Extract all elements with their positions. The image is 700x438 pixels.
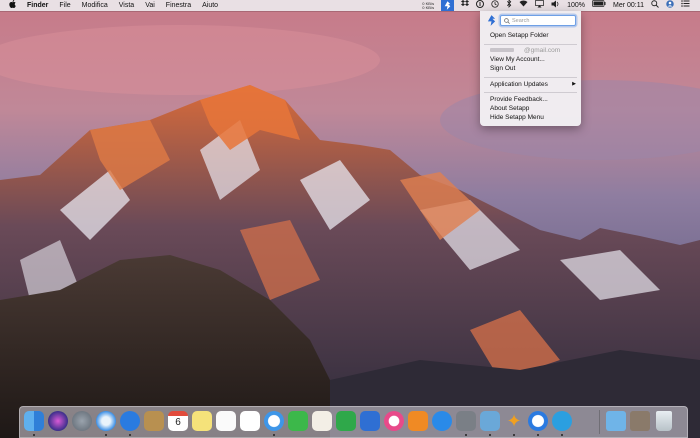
- dock-numbers-icon[interactable]: [336, 411, 356, 431]
- dock-keynote-icon[interactable]: [360, 411, 380, 431]
- dock-finder-icon[interactable]: [24, 411, 44, 431]
- dock-testflight-icon[interactable]: [120, 411, 140, 431]
- dock-photo-stack-icon[interactable]: [630, 411, 650, 431]
- dock-launchpad-icon[interactable]: [72, 411, 92, 431]
- menu-file[interactable]: File: [59, 0, 70, 11]
- dock-ibooks-icon[interactable]: [408, 411, 428, 431]
- network-down: 0 KB/s: [422, 4, 435, 10]
- time-machine-icon[interactable]: [491, 0, 499, 12]
- running-indicator: [273, 434, 275, 436]
- menu-separator: [484, 77, 577, 78]
- dock-system-preferences-icon[interactable]: [456, 411, 476, 431]
- account-email: @gmail.com: [490, 47, 560, 54]
- running-indicator: [513, 434, 515, 436]
- calendar-day: 6: [175, 417, 181, 428]
- dock-safari-icon[interactable]: [96, 411, 116, 431]
- dock-app-store-icon[interactable]: [432, 411, 452, 431]
- provide-feedback-item[interactable]: Provide Feedback...: [490, 96, 548, 103]
- menu-finestra[interactable]: Finestra: [166, 0, 191, 11]
- dock-notebook-icon[interactable]: [144, 411, 164, 431]
- dock-reminders-icon[interactable]: [216, 411, 236, 431]
- dock-downloads-folder-icon[interactable]: [606, 411, 626, 431]
- sign-out-item[interactable]: Sign Out: [490, 65, 515, 72]
- dock-preview-icon[interactable]: [480, 411, 500, 431]
- user-icon[interactable]: [666, 0, 674, 12]
- dock-tes-butterfly-icon[interactable]: ✦: [504, 411, 524, 431]
- menu-vai[interactable]: Vai: [145, 0, 155, 11]
- menu-aiuto[interactable]: Aiuto: [202, 0, 218, 11]
- dock: 6 ✦: [19, 406, 688, 438]
- dock-siri-icon[interactable]: [48, 411, 68, 431]
- email-redaction: [490, 48, 514, 53]
- spotlight-icon[interactable]: [651, 0, 659, 12]
- volume-icon[interactable]: [551, 0, 560, 12]
- email-domain: @gmail.com: [524, 47, 561, 54]
- hide-setapp-menu-item[interactable]: Hide Setapp Menu: [490, 114, 544, 121]
- about-setapp-item[interactable]: About Setapp: [490, 105, 529, 112]
- setapp-logo-icon: [487, 15, 496, 28]
- menu-separator: [484, 92, 577, 93]
- search-input[interactable]: Search: [500, 15, 576, 26]
- clock[interactable]: Mer 00:11: [613, 0, 644, 11]
- menu-vista[interactable]: Vista: [119, 0, 134, 11]
- battery-percent[interactable]: 100%: [567, 0, 585, 11]
- running-indicator: [561, 434, 563, 436]
- running-indicator: [537, 434, 539, 436]
- running-indicator: [33, 434, 35, 436]
- menu-separator: [484, 44, 577, 45]
- menu-bar: Finder File Modifica Vista Vai Finestra …: [0, 0, 700, 11]
- dock-separator: [599, 410, 600, 434]
- setapp-icon[interactable]: [441, 0, 455, 11]
- search-icon: [504, 16, 510, 27]
- apple-logo-icon[interactable]: [9, 0, 16, 11]
- dock-calendar-icon[interactable]: 6: [168, 411, 188, 431]
- dock-trash-icon[interactable]: [656, 411, 672, 431]
- app-menu-finder[interactable]: Finder: [27, 0, 48, 11]
- network-monitor[interactable]: 0 KB/s 0 KB/s: [422, 1, 435, 10]
- dock-messages-icon[interactable]: [264, 411, 284, 431]
- running-indicator: [465, 434, 467, 436]
- desktop-wallpaper: [0, 0, 700, 438]
- submenu-arrow-icon: ▶: [572, 81, 576, 87]
- running-indicator: [489, 434, 491, 436]
- view-my-account-item[interactable]: View My Account...: [490, 56, 545, 63]
- airplay-icon[interactable]: [535, 0, 544, 12]
- battery-icon[interactable]: [592, 0, 606, 11]
- search-placeholder: Search: [512, 18, 530, 24]
- dock-itunes-icon[interactable]: [384, 411, 404, 431]
- dock-1password-icon[interactable]: [528, 411, 548, 431]
- dock-telegram-icon[interactable]: [552, 411, 572, 431]
- search-row: Search: [485, 15, 577, 27]
- 1password-icon[interactable]: [476, 0, 485, 12]
- dock-stickies-icon[interactable]: [192, 411, 212, 431]
- setapp-dropdown-menu: Search Open Setapp Folder @gmail.com Vie…: [480, 11, 581, 126]
- dock-facetime-icon[interactable]: [288, 411, 308, 431]
- open-setapp-folder-item[interactable]: Open Setapp Folder: [490, 32, 549, 39]
- dock-photos-icon[interactable]: [240, 411, 260, 431]
- dropbox-icon[interactable]: [461, 0, 470, 11]
- application-updates-item[interactable]: Application Updates: [490, 81, 548, 88]
- wifi-icon[interactable]: [519, 0, 528, 11]
- dock-textedit-icon[interactable]: [312, 411, 332, 431]
- running-indicator: [105, 434, 107, 436]
- menu-modifica[interactable]: Modifica: [82, 0, 108, 11]
- running-indicator: [129, 434, 131, 436]
- notification-center-icon[interactable]: [681, 0, 690, 11]
